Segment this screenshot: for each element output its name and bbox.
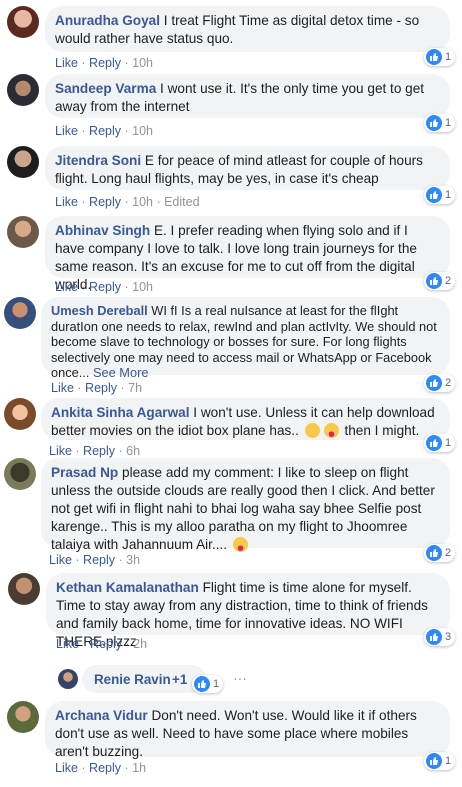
timestamp[interactable]: 2h — [133, 637, 147, 651]
edited-label[interactable]: Edited — [164, 195, 199, 209]
timestamp[interactable]: 10h — [132, 56, 153, 70]
avatar[interactable] — [7, 146, 39, 178]
reaction-count[interactable]: 1 — [192, 675, 224, 693]
see-more-link[interactable]: See More — [93, 365, 148, 380]
timestamp[interactable]: 1h — [132, 761, 146, 775]
comment-bubble: Ankita Sinha Agarwal I won't use. Unless… — [41, 398, 450, 440]
avatar[interactable] — [7, 74, 39, 106]
comment-actions: Like · Reply · 3h — [49, 553, 141, 567]
comment-bubble: Prasad Np please add my comment: I like … — [41, 458, 450, 552]
avatar[interactable] — [58, 669, 78, 689]
comment-actions: Like · Reply · 10h — [55, 124, 153, 138]
like-link[interactable]: Like — [56, 637, 79, 651]
reply-link[interactable]: Reply — [89, 761, 121, 775]
comment-bubble: Sandeep Varma I wont use it. It's the on… — [45, 74, 450, 118]
timestamp[interactable]: 3h — [126, 553, 140, 567]
like-link[interactable]: Like — [55, 195, 78, 209]
reply-preview[interactable]: Renie Ravin +1 1 ··· — [58, 665, 258, 693]
like-icon — [426, 629, 442, 645]
comment-actions: Like · Reply · 7h — [51, 381, 143, 395]
timestamp[interactable]: 10h — [132, 124, 153, 138]
comment-bubble: Abhinav Singh E. I prefer reading when f… — [45, 216, 450, 292]
like-icon — [426, 49, 442, 65]
like-icon — [426, 375, 442, 391]
comment-actions: Like · Reply · 2h — [56, 637, 148, 651]
reaction-count[interactable]: 1 — [424, 114, 456, 132]
timestamp[interactable]: 10h — [132, 280, 153, 294]
reaction-count[interactable]: 1 — [424, 186, 456, 204]
reply-author[interactable]: Renie Ravin — [94, 672, 171, 687]
timestamp[interactable]: 6h — [126, 444, 140, 458]
avatar[interactable] — [7, 6, 39, 38]
comment-text-after: then I might. — [344, 423, 420, 438]
like-link[interactable]: Like — [55, 56, 78, 70]
reply-link[interactable]: Reply — [83, 553, 115, 567]
like-icon — [426, 753, 442, 769]
avatar[interactable] — [7, 701, 39, 733]
comment-actions: Like · Reply · 6h — [49, 444, 141, 458]
comment-author[interactable]: Ankita Sinha Agarwal — [51, 405, 190, 420]
tongue-emoji-icon — [323, 423, 339, 438]
timestamp[interactable]: 10h — [132, 195, 153, 209]
comment-author[interactable]: Kethan Kamalanathan — [56, 580, 199, 595]
like-link[interactable]: Like — [49, 444, 72, 458]
reaction-count[interactable]: 1 — [424, 434, 456, 452]
comment-actions: Like · Reply · 10h — [55, 280, 153, 294]
comment-actions: Like · Reply · 10h · Edited — [55, 195, 200, 209]
avatar[interactable] — [7, 216, 39, 248]
reply-link[interactable]: Reply — [83, 444, 115, 458]
reply-link[interactable]: Reply — [89, 124, 121, 138]
reaction-count[interactable]: 2 — [424, 272, 456, 290]
comment-author[interactable]: Abhinav Singh — [55, 223, 150, 238]
like-icon — [426, 115, 442, 131]
avatar[interactable] — [4, 297, 36, 329]
reaction-count[interactable]: 1 — [424, 48, 456, 66]
tongue-emoji-icon — [232, 537, 248, 552]
like-link[interactable]: Like — [49, 553, 72, 567]
comment-actions: Like · Reply · 10h — [55, 56, 153, 70]
smile-emoji-icon — [304, 423, 320, 438]
comment-author[interactable]: Archana Vidur — [55, 708, 148, 723]
like-link[interactable]: Like — [55, 280, 78, 294]
more-options-icon[interactable]: ··· — [233, 670, 247, 686]
avatar[interactable] — [4, 458, 36, 490]
reply-link[interactable]: Reply — [85, 381, 117, 395]
comment-bubble: Umesh Dereball WI fI Is a real nuIsance … — [41, 297, 450, 380]
comment-bubble: Archana Vidur Don't need. Won't use. Wou… — [45, 701, 450, 759]
like-icon — [426, 545, 442, 561]
like-link[interactable]: Like — [51, 381, 74, 395]
reply-link[interactable]: Reply — [89, 280, 121, 294]
comment-author[interactable]: Prasad Np — [51, 465, 118, 480]
comment-bubble: Anuradha Goyal I treat Flight Time as di… — [45, 6, 450, 52]
comment-author[interactable]: Jitendra Soni — [55, 153, 141, 168]
comment-bubble: Kethan Kamalanathan Flight time is time … — [46, 573, 450, 649]
like-icon — [194, 676, 210, 692]
reaction-count[interactable]: 2 — [424, 544, 456, 562]
comment-author[interactable]: Anuradha Goyal — [55, 13, 160, 28]
avatar[interactable] — [8, 573, 40, 605]
comment-actions: Like · Reply · 1h — [55, 761, 147, 775]
reply-count[interactable]: +1 — [172, 672, 187, 687]
like-icon — [426, 273, 442, 289]
comment-bubble: Jitendra Soni E for peace of mind atleas… — [45, 146, 450, 190]
like-icon — [426, 435, 442, 451]
like-icon — [426, 187, 442, 203]
comment-author[interactable]: Sandeep Varma — [55, 81, 156, 96]
reply-link[interactable]: Reply — [89, 56, 121, 70]
like-link[interactable]: Like — [55, 124, 78, 138]
like-link[interactable]: Like — [55, 761, 78, 775]
reaction-count[interactable]: 3 — [424, 628, 456, 646]
comment-author[interactable]: Umesh Dereball — [51, 303, 148, 318]
reaction-count[interactable]: 2 — [424, 374, 456, 392]
reply-link[interactable]: Reply — [90, 637, 122, 651]
timestamp[interactable]: 7h — [128, 381, 142, 395]
reaction-count[interactable]: 1 — [424, 752, 456, 770]
reply-link[interactable]: Reply — [89, 195, 121, 209]
avatar[interactable] — [4, 398, 36, 430]
